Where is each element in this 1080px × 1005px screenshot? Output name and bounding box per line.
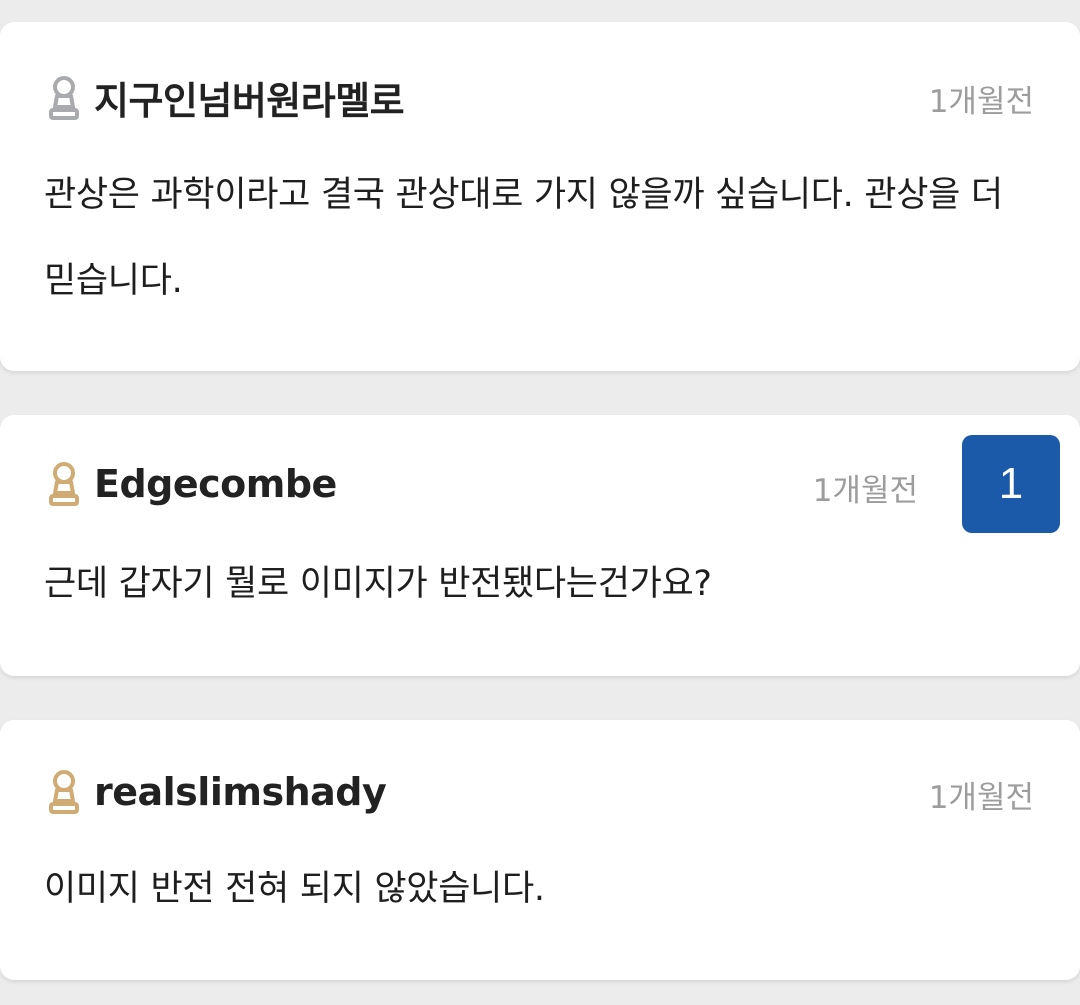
username[interactable]: Edgecombe bbox=[94, 462, 337, 506]
pawn-rank-icon bbox=[44, 460, 84, 508]
username[interactable]: 지구인넘버원라멜로 bbox=[94, 70, 405, 125]
comment-header: realslimshady bbox=[44, 768, 387, 816]
comment-text: 관상은 과학이라고 결국 관상대로 가지 않을까 싶습니다. 관상을 더 믿습니… bbox=[44, 175, 1003, 301]
comment-card[interactable]: Edgecombe 1개월전 1 근데 갑자기 뭘로 이미지가 반전됐다는건가요… bbox=[0, 415, 1080, 676]
comment-text: 근데 갑자기 뭘로 이미지가 반전됐다는건가요? bbox=[44, 564, 712, 604]
comment-header: Edgecombe bbox=[44, 460, 337, 508]
comment-time: 1개월전 bbox=[812, 473, 918, 509]
reply-count-button[interactable]: 1 bbox=[962, 435, 1060, 533]
comment-header: 지구인넘버원라멜로 bbox=[44, 70, 405, 125]
pawn-rank-icon bbox=[44, 768, 84, 816]
comment-time: 1개월전 bbox=[928, 780, 1034, 816]
comment-card[interactable]: realslimshady 1개월전 이미지 반전 전혀 되지 않았습니다. bbox=[0, 720, 1080, 980]
comment-time: 1개월전 bbox=[928, 84, 1034, 120]
username[interactable]: realslimshady bbox=[94, 770, 387, 814]
comment-text: 이미지 반전 전혀 되지 않았습니다. bbox=[44, 869, 545, 909]
pawn-rank-icon bbox=[44, 74, 84, 122]
comment-card[interactable]: 지구인넘버원라멜로 1개월전 관상은 과학이라고 결국 관상대로 가지 않을까 … bbox=[0, 22, 1080, 371]
